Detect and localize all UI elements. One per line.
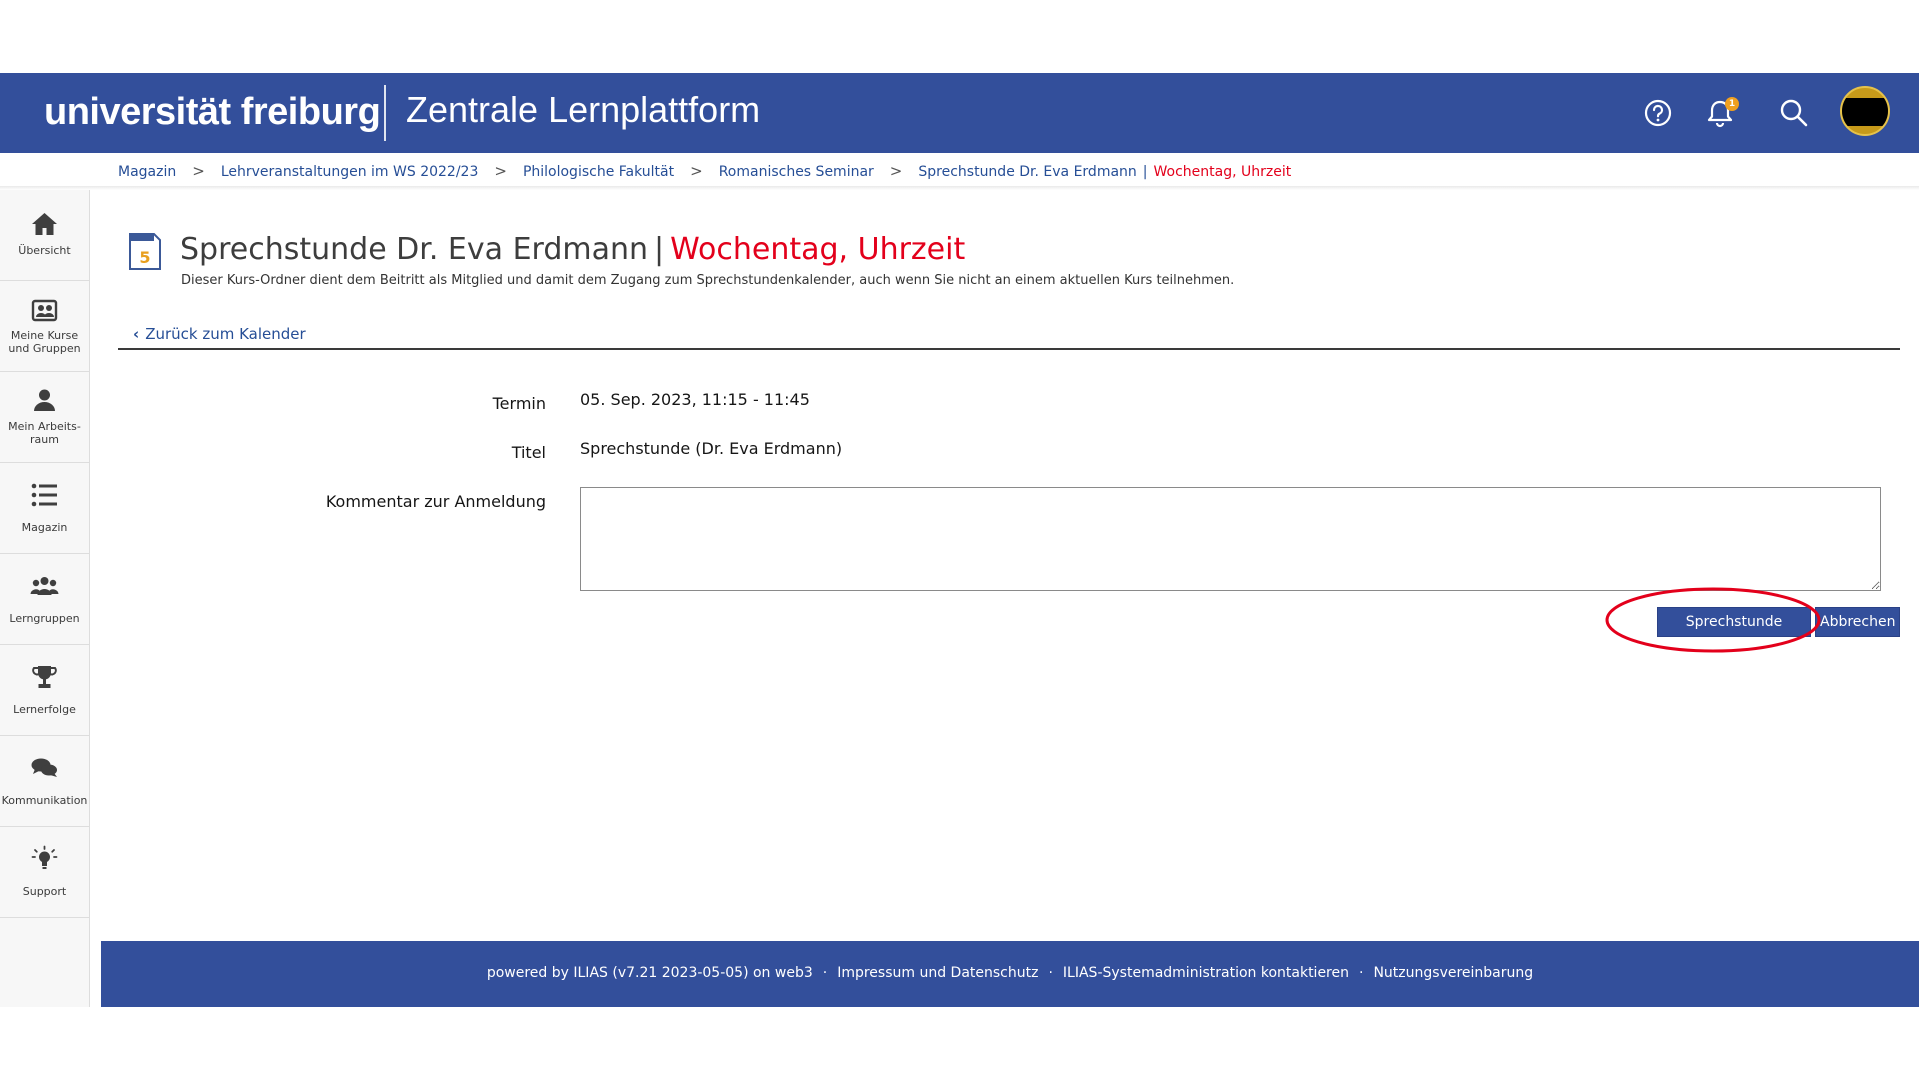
university-logo[interactable]: universität freiburg	[44, 91, 381, 134]
group-icon	[30, 577, 59, 595]
footer-link-contact-admin[interactable]: ILIAS-Systemadministration kontaktieren	[1063, 965, 1349, 981]
sidebar-item-lerngruppen[interactable]: Lerngruppen	[0, 554, 89, 645]
footer: powered by ILIAS (v7.21 2023-05-05) on w…	[101, 941, 1919, 1007]
notification-bell-icon[interactable]: 1	[1702, 95, 1739, 131]
abbrechen-button[interactable]: Abbrechen	[1815, 607, 1900, 637]
termin-label: Termin	[492, 394, 546, 413]
sidebar-label: Meine Kurse und Gruppen	[8, 329, 81, 355]
footer-separator: ·	[1359, 965, 1364, 981]
footer-links: powered by ILIAS (v7.21 2023-05-05) on w…	[101, 965, 1919, 981]
chevron-left-icon: ‹	[133, 325, 140, 343]
titel-label: Titel	[511, 443, 546, 462]
chat-icon	[31, 758, 57, 777]
breadcrumb-pipe: |	[1142, 164, 1148, 180]
footer-link-impressum[interactable]: Impressum und Datenschutz	[837, 965, 1038, 981]
notification-badge: 1	[1725, 97, 1739, 111]
sidebar-label: Lerngruppen	[9, 612, 80, 625]
breadcrumb-item-lehrveranstaltungen[interactable]: Lehrveranstaltungen im WS 2022/23	[221, 164, 479, 180]
sidebar-item-magazin[interactable]: Magazin	[0, 463, 89, 554]
breadcrumb-item-magazin[interactable]: Magazin	[118, 164, 176, 180]
list-icon	[31, 483, 57, 507]
chevron-right-icon: >	[690, 162, 703, 180]
sidebar-item-meine-kurse[interactable]: Meine Kurse und Gruppen	[0, 281, 89, 372]
help-icon[interactable]	[1640, 95, 1676, 131]
breadcrumb: Magazin > Lehrveranstaltungen im WS 2022/2…	[118, 162, 1291, 182]
calendar-day-number: 5	[139, 248, 150, 267]
sidebar-item-lernerfolge[interactable]: Lernerfolge	[0, 645, 89, 736]
sidebar-label: Support	[22, 885, 67, 898]
footer-separator: ·	[822, 965, 828, 981]
kommentar-textarea[interactable]	[580, 487, 1881, 591]
app-title: Zentrale Lernplattform	[406, 89, 761, 130]
breadcrumb-item-romanisches-seminar[interactable]: Romanisches Seminar	[719, 164, 874, 180]
page-title-text: Sprechstunde Dr. Eva Erdmann	[180, 232, 649, 267]
sidebar-label: Lernerfolge	[13, 703, 76, 716]
logo-divider	[384, 85, 386, 141]
breadcrumb-current: Sprechstunde Dr. Eva Erdmann	[918, 164, 1137, 180]
sidebar-label: Magazin	[21, 521, 68, 534]
termin-value: 05. Sep. 2023, 11:15 - 11:45	[580, 390, 810, 409]
sidebar-label: Übersicht	[18, 244, 71, 257]
main-sidebar: Übersicht Meine Kurse und Gruppen Mein A…	[0, 190, 90, 1007]
lightbulb-icon	[31, 845, 58, 869]
footer-link-nutzungsvereinbarung[interactable]: Nutzungsvereinbarung	[1373, 965, 1533, 981]
back-link-label: Zurück zum Kalender	[145, 325, 306, 343]
sidebar-item-arbeitsraum[interactable]: Mein Arbeits-raum	[0, 372, 89, 463]
chevron-right-icon: >	[889, 162, 903, 180]
page-title: Sprechstunde Dr. Eva Erdmann | Wochentag, …	[180, 232, 965, 267]
avatar-redaction	[1842, 98, 1888, 126]
trophy-icon	[32, 666, 57, 688]
page-title-suffix: Wochentag, Uhrzeit	[670, 232, 966, 267]
back-to-calendar-link[interactable]: ‹ Zurück zum Kalender	[133, 325, 306, 343]
sidebar-item-uebersicht[interactable]: Übersicht	[0, 190, 89, 281]
footer-separator: ·	[1048, 965, 1053, 981]
search-icon[interactable]	[1776, 95, 1812, 131]
sprechstunde-buchen-button[interactable]: Sprechstunde buchen	[1657, 607, 1811, 658]
person-icon	[34, 389, 55, 411]
title-pipe: |	[654, 232, 665, 267]
kommentar-label: Kommentar zur Anmeldung	[325, 492, 546, 511]
sidebar-item-support[interactable]: Support	[0, 827, 89, 918]
calendar-icon: 5	[128, 231, 162, 271]
sidebar-label: Mein Arbeits-raum	[8, 420, 81, 446]
courses-icon	[31, 299, 58, 322]
section-divider	[118, 348, 1900, 350]
chevron-right-icon: >	[192, 162, 205, 180]
page-description: Dieser Kurs-Ordner dient dem Beitritt al…	[181, 273, 1235, 288]
sidebar-label: Kommunikation	[1, 794, 88, 807]
breadcrumb-item-philologische-fakultaet[interactable]: Philologische Fakultät	[523, 164, 674, 180]
chevron-right-icon: >	[494, 162, 507, 180]
footer-powered-by: powered by ILIAS (v7.21 2023-05-05) on w…	[486, 965, 813, 981]
home-icon	[32, 213, 57, 235]
top-header: universität freiburg Zentrale Lernplattf…	[0, 73, 1919, 153]
breadcrumb-current-suffix: Wochentag, Uhrzeit	[1153, 164, 1292, 180]
titel-value: Sprechstunde (Dr. Eva Erdmann)	[580, 439, 843, 458]
sidebar-item-kommunikation[interactable]: Kommunikation	[0, 736, 89, 827]
user-avatar[interactable]	[1840, 86, 1890, 136]
breadcrumb-shadow	[0, 186, 1919, 190]
